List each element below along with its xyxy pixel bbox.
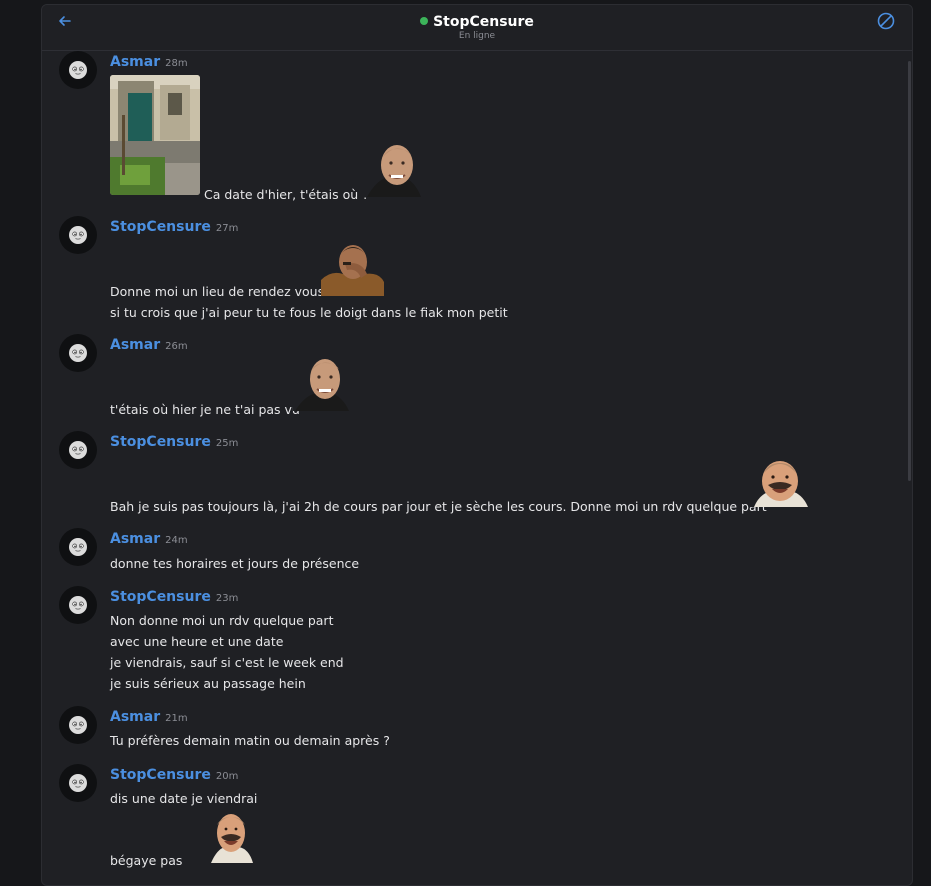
- avatar-face-icon: [69, 441, 87, 459]
- block-button[interactable]: [876, 11, 896, 31]
- sticker-image: [293, 357, 349, 415]
- message-header: Asmar 24m: [110, 528, 188, 547]
- message-author[interactable]: Asmar: [110, 531, 160, 547]
- message-text: avec une heure et une date: [110, 634, 284, 649]
- avatar-face-icon: [69, 716, 87, 734]
- message-header: StopCensure 20m: [110, 764, 238, 783]
- message-header: Asmar 26m: [110, 334, 188, 353]
- avatar-face-icon: [69, 61, 87, 79]
- chat-title: StopCensure En ligne: [42, 14, 912, 41]
- message-time: 24m: [165, 535, 188, 546]
- contact-name: StopCensure: [433, 14, 534, 30]
- message-header: StopCensure 23m: [110, 586, 238, 605]
- photo-attachment[interactable]: [110, 75, 200, 195]
- message-author[interactable]: StopCensure: [110, 434, 211, 450]
- avatar[interactable]: [59, 528, 97, 566]
- message-time: 25m: [215, 438, 239, 449]
- avatar[interactable]: [59, 334, 97, 372]
- message-author[interactable]: Asmar: [110, 54, 160, 70]
- message-text: bégaye pas: [110, 853, 183, 868]
- message-author[interactable]: StopCensure: [110, 589, 211, 605]
- message-text: je viendrais, sauf si c'est le week end: [110, 655, 344, 670]
- avatar[interactable]: [59, 586, 97, 624]
- avatar[interactable]: [59, 216, 97, 254]
- message-author[interactable]: Asmar: [110, 337, 160, 353]
- avatar[interactable]: [59, 51, 97, 89]
- avatar[interactable]: [59, 706, 97, 744]
- avatar-face-icon: [69, 538, 87, 556]
- message-time: 23m: [215, 593, 239, 604]
- message-time: 27m: [215, 223, 239, 234]
- message-text: donne tes horaires et jours de présence: [110, 556, 360, 571]
- block-icon: [877, 12, 895, 30]
- message-time: 28m: [165, 58, 188, 69]
- chat-header: StopCensure En ligne: [42, 5, 912, 51]
- message-text: Bah je suis pas toujours là, j'ai 2h de …: [110, 499, 767, 514]
- chat-panel: StopCensure En ligne Asmar 28m Ca date d…: [41, 4, 913, 886]
- message-text: t'étais où hier je ne t'ai pas vu: [110, 402, 300, 417]
- message-header: Asmar 21m: [110, 706, 188, 725]
- sticker-image: [321, 240, 384, 300]
- message-text: Non donne moi un rdv quelque part: [110, 613, 334, 628]
- message-author[interactable]: Asmar: [110, 709, 160, 725]
- message-time: 20m: [215, 771, 239, 782]
- scrollbar[interactable]: [908, 61, 911, 481]
- message-text: Ca date d'hier, t'étais où ?: [204, 187, 369, 202]
- avatar[interactable]: [59, 431, 97, 469]
- message-text: Donne moi un lieu de rendez vous: [110, 284, 325, 299]
- message-header: StopCensure 25m: [110, 431, 238, 450]
- avatar-face-icon: [69, 344, 87, 362]
- avatar[interactable]: [59, 764, 97, 802]
- message-header: Asmar 28m: [110, 51, 188, 70]
- message-text: si tu crois que j'ai peur tu te fous le …: [110, 305, 508, 320]
- contact-status: En ligne: [458, 31, 496, 41]
- message-header: StopCensure 27m: [110, 216, 238, 235]
- message-text: dis une date je viendrai: [110, 791, 258, 806]
- avatar-face-icon: [69, 596, 87, 614]
- message-author[interactable]: StopCensure: [110, 219, 211, 235]
- sticker-image: [363, 143, 421, 201]
- sticker-image: [209, 811, 253, 867]
- sticker-image: [750, 457, 810, 511]
- message-time: 26m: [165, 341, 188, 352]
- message-time: 21m: [165, 713, 188, 724]
- message-text: je suis sérieux au passage hein: [110, 676, 306, 691]
- avatar-face-icon: [69, 774, 87, 792]
- message-text: Tu préfères demain matin ou demain après…: [110, 733, 390, 748]
- message-author[interactable]: StopCensure: [110, 767, 211, 783]
- avatar-face-icon: [69, 226, 87, 244]
- online-status-dot: [420, 17, 429, 25]
